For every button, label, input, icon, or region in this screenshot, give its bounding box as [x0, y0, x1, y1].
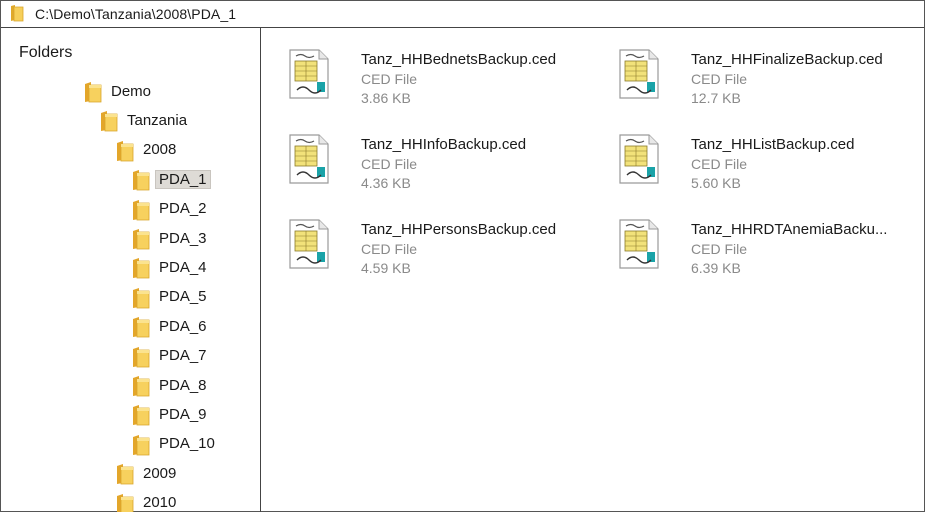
- tree-item-label: 2008: [143, 141, 177, 159]
- tree-item-label: PDA_3: [159, 229, 207, 247]
- tree-item-label: Demo: [111, 82, 152, 100]
- tree-item-label: 2010: [143, 494, 177, 512]
- tree-item-pda-1[interactable]: PDA_1: [131, 166, 211, 192]
- file-item[interactable]: Tanz_HHFinalizeBackup.ced CED File 12.7 KB: [601, 36, 921, 106]
- folder-icon: [131, 257, 151, 279]
- file-size: 12.7 KB: [691, 90, 741, 106]
- tree-item-2009[interactable]: 2009: [115, 460, 180, 486]
- tree-item-pda-10[interactable]: PDA_10: [131, 431, 219, 457]
- folder-icon: [99, 110, 119, 132]
- file-name: Tanz_HHBednetsBackup.ced: [361, 51, 557, 68]
- tree-item-label: PDA_7: [159, 347, 207, 365]
- file-name: Tanz_HHFinalizeBackup.ced: [691, 51, 883, 68]
- folder-icon: [131, 375, 151, 397]
- folder-icon: [131, 287, 151, 309]
- tree-item-label: PDA_1: [155, 169, 211, 189]
- folder-icon: [131, 346, 151, 367]
- tree-item-pda-5[interactable]: PDA_5: [131, 284, 211, 310]
- folder-icon: [9, 4, 29, 24]
- file-type: CED File: [361, 71, 418, 87]
- folder-icon: [131, 228, 151, 250]
- file-size: 4.59 KB: [361, 260, 411, 276]
- address-path[interactable]: C:\Demo\Tanzania\2008\PDA_1: [35, 6, 236, 22]
- file-size: 4.36 KB: [361, 175, 411, 191]
- folder-icon: [115, 140, 135, 162]
- tree-item-label: PDA_4: [159, 258, 207, 276]
- ced-file-icon: [617, 48, 661, 100]
- tree-item-2010[interactable]: 2010: [115, 490, 180, 512]
- tree-item-pda-2[interactable]: PDA_2: [131, 196, 211, 222]
- tree-item-pda-7[interactable]: PDA_7: [131, 343, 211, 369]
- tree-item-label: PDA_5: [159, 288, 207, 306]
- folder-icon: [131, 169, 151, 191]
- tree-item-pda-9[interactable]: PDA_9: [131, 401, 211, 427]
- file-item[interactable]: Tanz_HHPersonsBackup.ced CED File 4.59 KB: [271, 206, 591, 276]
- file-type: CED File: [691, 71, 748, 87]
- folder-icon: [131, 434, 151, 456]
- folder-tree: Folders Demo Tanzania 2008 PDA_1 PDA_2 PDA_3 P…: [1, 28, 261, 512]
- tree-item-2008[interactable]: 2008: [115, 137, 180, 163]
- file-name: Tanz_HHInfoBackup.ced: [361, 136, 527, 153]
- file-item[interactable]: Tanz_HHListBackup.ced CED File 5.60 KB: [601, 121, 921, 191]
- file-name: Tanz_HHRDTAnemiaBacku...: [691, 221, 888, 238]
- file-size: 6.39 KB: [691, 260, 741, 276]
- folder-icon: [83, 81, 103, 103]
- ced-file-icon: [617, 133, 661, 185]
- tree-item-label: PDA_2: [159, 200, 207, 218]
- tree-item-pda-4[interactable]: PDA_4: [131, 254, 211, 280]
- file-item[interactable]: Tanz_HHBednetsBackup.ced CED File 3.86 KB: [271, 36, 591, 106]
- file-size: 3.86 KB: [361, 90, 411, 106]
- file-type: CED File: [361, 241, 418, 257]
- file-name: Tanz_HHListBackup.ced: [691, 136, 855, 153]
- ced-file-icon: [617, 218, 661, 270]
- file-type: CED File: [691, 241, 748, 257]
- folder-icon: [115, 493, 135, 512]
- file-type: CED File: [691, 156, 748, 172]
- folder-icon: [131, 316, 151, 338]
- ced-file-icon: [287, 48, 331, 100]
- file-size: 5.60 KB: [691, 175, 741, 191]
- tree-item-label: 2009: [143, 464, 177, 482]
- folder-icon: [131, 404, 151, 426]
- tree-heading: Folders: [19, 44, 73, 61]
- tree-item-tanzania[interactable]: Tanzania: [99, 107, 191, 133]
- file-type: CED File: [361, 156, 418, 172]
- explorer-window: C:\Demo\Tanzania\2008\PDA_1 Folders Demo…: [0, 0, 925, 512]
- file-list: Tanz_HHBednetsBackup.ced CED File 3.86 KB T…: [261, 28, 924, 512]
- tree-item-label: PDA_6: [159, 317, 207, 335]
- folder-icon: [131, 199, 151, 220]
- file-name: Tanz_HHPersonsBackup.ced: [361, 221, 557, 238]
- tree-item-label: Tanzania: [127, 111, 188, 129]
- address-bar[interactable]: C:\Demo\Tanzania\2008\PDA_1: [1, 1, 924, 28]
- tree-item-pda-6[interactable]: PDA_6: [131, 313, 211, 339]
- file-item[interactable]: Tanz_HHRDTAnemiaBacku... CED File 6.39 KB: [601, 206, 921, 276]
- file-item[interactable]: Tanz_HHInfoBackup.ced CED File 4.36 KB: [271, 121, 591, 191]
- tree-item-label: PDA_9: [159, 405, 207, 423]
- tree-item-demo[interactable]: Demo: [83, 78, 155, 104]
- tree-item-pda-3[interactable]: PDA_3: [131, 225, 211, 251]
- folder-icon: [115, 463, 135, 485]
- ced-file-icon: [287, 218, 331, 270]
- ced-file-icon: [287, 133, 331, 185]
- tree-item-label: PDA_10: [159, 435, 215, 453]
- tree-item-label: PDA_8: [159, 376, 207, 394]
- tree-item-pda-8[interactable]: PDA_8: [131, 372, 211, 398]
